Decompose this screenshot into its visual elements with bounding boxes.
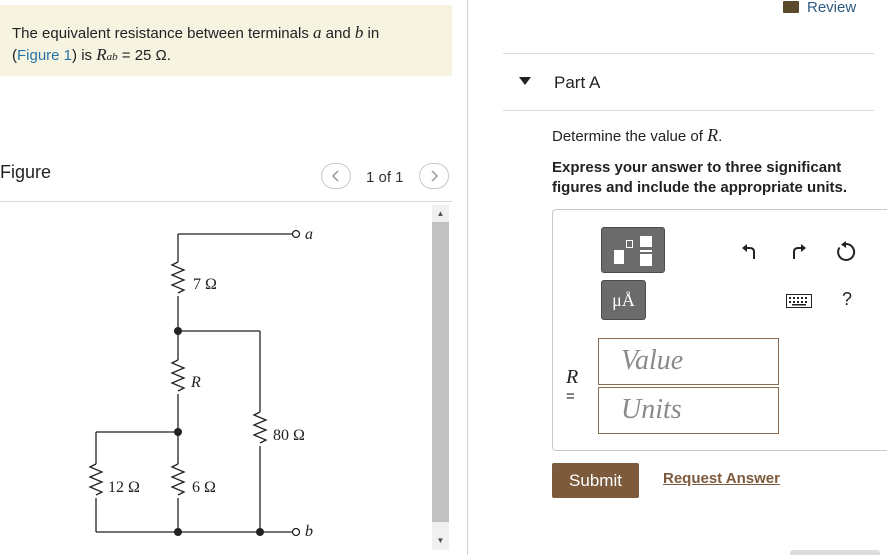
keyboard-button[interactable]	[785, 292, 813, 310]
label-terminal-a: a	[305, 226, 313, 243]
resistor-7-ohm	[170, 261, 186, 294]
junction-node	[174, 428, 182, 436]
units-input[interactable]: Units	[598, 387, 779, 434]
redo-icon	[793, 244, 806, 259]
label-R: R	[190, 374, 201, 391]
redo-button[interactable]	[786, 240, 810, 262]
question-prompt: Determine the value of R.	[552, 125, 722, 146]
part-a-header[interactable]: Part A	[503, 53, 874, 111]
panel-separator	[467, 0, 468, 555]
answer-instruction: Express your answer to three significant…	[552, 159, 848, 196]
terminal-b-node	[291, 527, 301, 537]
help-icon: ?	[841, 288, 852, 309]
reset-icon	[837, 241, 856, 261]
resistor-80-ohm	[252, 411, 268, 444]
scrollbar-thumb[interactable]	[432, 222, 449, 522]
resistor-6-ohm	[170, 463, 186, 496]
junction-node	[174, 327, 182, 335]
units-icon: μÅ	[612, 289, 635, 310]
prev-figure-button[interactable]	[321, 163, 351, 189]
prompt-suffix: .	[718, 128, 723, 145]
book-icon	[783, 1, 799, 13]
problem-text-before: The equivalent resistance between termin…	[12, 25, 313, 42]
label-80-ohm: 80 Ω	[273, 427, 305, 444]
prompt-prefix: Determine the value of	[552, 128, 708, 145]
label-7-ohm: 7 Ω	[193, 276, 217, 293]
submit-button[interactable]: Submit	[552, 463, 639, 498]
collapse-triangle-icon[interactable]	[519, 77, 531, 85]
next-figure-button[interactable]	[419, 163, 449, 189]
scroll-up-arrow-icon[interactable]: ▲	[432, 206, 449, 221]
figure-heading: Figure	[0, 162, 52, 182]
help-button[interactable]: ?	[838, 288, 856, 310]
answer-equals: =	[566, 388, 575, 405]
problem-statement: The equivalent resistance between termin…	[0, 5, 452, 76]
undo-icon	[742, 244, 755, 259]
templates-button[interactable]	[601, 227, 665, 273]
paren-close: ) is	[72, 47, 97, 64]
chevron-right-icon	[431, 170, 439, 182]
bottom-panel-tab[interactable]	[790, 550, 880, 555]
scroll-down-arrow-icon[interactable]: ▼	[432, 533, 449, 548]
junction-node	[256, 528, 264, 536]
value-input[interactable]: Value	[598, 338, 779, 385]
review-label: Review	[807, 0, 857, 16]
resistor-R	[170, 359, 186, 392]
prompt-symbol: R	[707, 125, 719, 145]
request-answer-link[interactable]: Request Answer	[663, 470, 780, 487]
undo-button[interactable]	[738, 240, 762, 262]
problem-text-and: and	[321, 25, 355, 42]
units-button[interactable]: μÅ	[601, 280, 646, 320]
resistor-12-ohm	[88, 463, 104, 496]
label-6-ohm: 6 Ω	[192, 479, 216, 496]
label-terminal-b: b	[305, 523, 313, 540]
keyboard-icon	[786, 294, 812, 308]
figure-page-count: 1 of 1	[366, 169, 404, 186]
reset-button[interactable]	[834, 240, 858, 264]
rab-value: = 25 Ω.	[117, 47, 171, 64]
part-title: Part A	[554, 73, 601, 92]
problem-text-in: in	[363, 25, 380, 42]
answer-variable: R	[566, 366, 579, 388]
junction-node	[174, 528, 182, 536]
figure-link[interactable]: Figure 1	[17, 47, 72, 64]
circuit-diagram: 7 Ω R 80 Ω 12 Ω 6 Ω a b	[88, 226, 313, 540]
rab-symbol: R	[96, 45, 107, 64]
chevron-left-icon	[331, 170, 339, 182]
review-link[interactable]: Review	[783, 0, 857, 16]
terminal-a-symbol: a	[313, 23, 322, 42]
label-12-ohm: 12 Ω	[108, 479, 140, 496]
terminal-a-node	[291, 229, 301, 239]
rab-subscript: ab	[106, 51, 118, 63]
